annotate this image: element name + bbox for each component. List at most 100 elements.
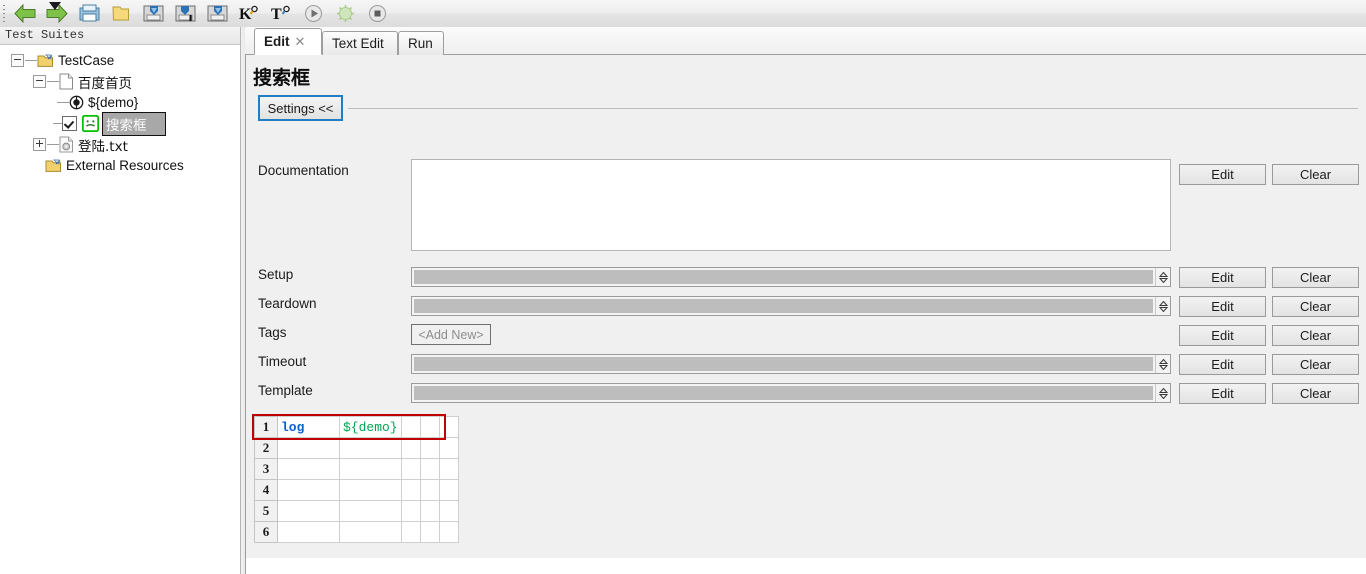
tree-label: 登陆.txt: [78, 138, 128, 155]
grid-cell[interactable]: [439, 521, 459, 543]
tree-node-variable-demo[interactable]: ${demo}: [0, 92, 240, 113]
tree-node-testcase[interactable]: TestCase: [0, 50, 240, 71]
teardown-combo[interactable]: [411, 296, 1171, 316]
table-row[interactable]: 5: [254, 500, 459, 522]
keyword-icon[interactable]: K: [234, 0, 264, 27]
open-folder-icon[interactable]: [74, 0, 104, 27]
grid-cell[interactable]: [339, 437, 402, 459]
collapse-arrow[interactable]: [44, 0, 66, 10]
expander-minus-icon[interactable]: [33, 75, 46, 88]
grid-cell[interactable]: [420, 479, 440, 501]
setup-combo[interactable]: [411, 267, 1171, 287]
grid-cell[interactable]: [277, 437, 340, 459]
run-icon[interactable]: [298, 0, 328, 27]
tab-text-edit[interactable]: Text Edit: [322, 31, 398, 55]
content-whitespace: [246, 558, 1366, 574]
setup-clear-button[interactable]: Clear: [1272, 267, 1359, 288]
new-folder-icon[interactable]: [106, 0, 136, 27]
timeout-clear-button[interactable]: Clear: [1272, 354, 1359, 375]
grid-cell[interactable]: [439, 500, 459, 522]
documentation-textarea[interactable]: [411, 159, 1171, 251]
expander-plus-icon[interactable]: [33, 138, 46, 151]
grid-cell[interactable]: [401, 479, 421, 501]
grid-cell[interactable]: [420, 500, 440, 522]
toolbar-grip[interactable]: [0, 0, 9, 27]
tab-edit[interactable]: Edit ✕: [254, 28, 322, 55]
grid-cell[interactable]: [439, 437, 459, 459]
grid-cell[interactable]: [277, 479, 340, 501]
template-clear-button[interactable]: Clear: [1272, 383, 1359, 404]
table-row[interactable]: 3: [254, 458, 459, 480]
teardown-edit-button[interactable]: Edit: [1179, 296, 1266, 317]
tab-label: Text Edit: [332, 36, 384, 51]
grid-cell[interactable]: [420, 437, 440, 459]
tree-node-search-box[interactable]: 搜索框: [0, 111, 240, 136]
grid-cell-keyword[interactable]: log: [281, 420, 304, 435]
table-row[interactable]: 6: [254, 521, 459, 543]
settings-divider: [348, 108, 1358, 109]
table-row[interactable]: 1 log ${demo}: [254, 416, 459, 438]
grid-cell[interactable]: [401, 458, 421, 480]
debug-icon[interactable]: [330, 0, 360, 27]
testcase-checkbox[interactable]: [62, 116, 77, 131]
timeout-spinner[interactable]: [1155, 355, 1170, 373]
grid-cell[interactable]: [401, 500, 421, 522]
tags-clear-button[interactable]: Clear: [1272, 325, 1359, 346]
file-page-icon: [59, 73, 73, 90]
grid-cell[interactable]: [439, 458, 459, 480]
setup-edit-button[interactable]: Edit: [1179, 267, 1266, 288]
documentation-edit-button[interactable]: Edit: [1179, 164, 1266, 185]
grid-cell[interactable]: [401, 416, 421, 438]
tree-node-external-resources[interactable]: External Resources: [0, 155, 240, 176]
grid-cell[interactable]: [401, 521, 421, 543]
table-row[interactable]: 4: [254, 479, 459, 501]
tab-run[interactable]: Run: [398, 31, 444, 55]
grid-cell[interactable]: [339, 521, 402, 543]
timeout-edit-button[interactable]: Edit: [1179, 354, 1266, 375]
grid-cell[interactable]: [420, 521, 440, 543]
resource-file-icon: [59, 136, 73, 153]
grid-cell[interactable]: [439, 479, 459, 501]
grid-cell-variable[interactable]: ${demo}: [343, 420, 398, 435]
teardown-clear-button[interactable]: Clear: [1272, 296, 1359, 317]
grid-cell[interactable]: [420, 458, 440, 480]
save-icon[interactable]: [138, 0, 168, 27]
tree-label: 百度首页: [78, 75, 132, 92]
tags-edit-button[interactable]: Edit: [1179, 325, 1266, 346]
settings-toggle-button[interactable]: Settings <<: [258, 95, 343, 121]
field-label: Documentation: [258, 163, 349, 178]
tree-label-selected: 搜索框: [102, 111, 166, 136]
keyword-grid[interactable]: 1 log ${demo} 2 3 4 5 6: [254, 416, 459, 543]
grid-cell[interactable]: [401, 437, 421, 459]
template-spinner[interactable]: [1155, 384, 1170, 402]
field-label: Tags: [258, 325, 287, 340]
test-suites-tree[interactable]: TestCase 百度首页 ${demo} 搜索框 登陆.txt Externa…: [0, 45, 240, 176]
close-icon[interactable]: ✕: [295, 34, 306, 50]
teardown-spinner[interactable]: [1155, 297, 1170, 315]
grid-cell[interactable]: [339, 500, 402, 522]
table-row[interactable]: 2: [254, 437, 459, 459]
tags-add-new-button[interactable]: <Add New>: [411, 324, 491, 345]
grid-cell[interactable]: [339, 479, 402, 501]
grid-cell[interactable]: [439, 416, 459, 438]
save-as-icon[interactable]: [170, 0, 200, 27]
stop-icon[interactable]: [362, 0, 392, 27]
test-icon[interactable]: T: [266, 0, 296, 27]
tree-label: External Resources: [66, 158, 184, 173]
grid-cell[interactable]: [277, 521, 340, 543]
tree-node-baidu-home[interactable]: 百度首页: [0, 71, 240, 92]
save-all-icon[interactable]: [202, 0, 232, 27]
template-combo[interactable]: [411, 383, 1171, 403]
field-label: Timeout: [258, 354, 307, 369]
expander-minus-icon[interactable]: [11, 54, 24, 67]
grid-cell[interactable]: [420, 416, 440, 438]
documentation-clear-button[interactable]: Clear: [1272, 164, 1359, 185]
template-edit-button[interactable]: Edit: [1179, 383, 1266, 404]
tree-node-login-txt[interactable]: 登陆.txt: [0, 134, 240, 155]
grid-cell[interactable]: [339, 458, 402, 480]
grid-cell[interactable]: [277, 500, 340, 522]
setup-spinner[interactable]: [1155, 268, 1170, 286]
back-icon[interactable]: [10, 0, 40, 27]
timeout-combo[interactable]: [411, 354, 1171, 374]
grid-cell[interactable]: [277, 458, 340, 480]
